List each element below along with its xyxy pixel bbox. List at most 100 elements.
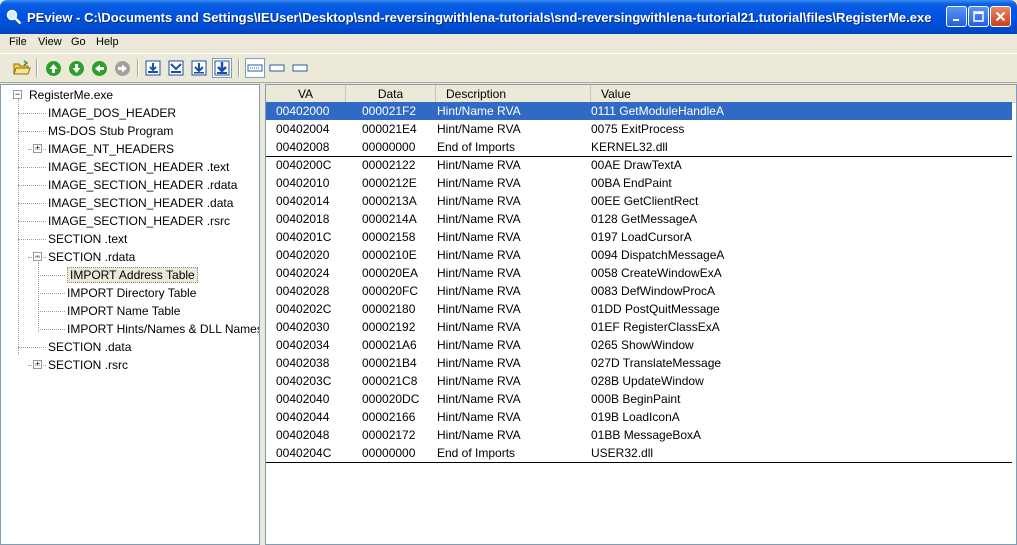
tree-node[interactable]: IMPORT Address Table <box>67 266 198 284</box>
cell-value: USER32.dll <box>591 446 654 460</box>
tree-node-label: IMAGE_SECTION_HEADER .rdata <box>48 178 238 192</box>
tree-node-label: IMPORT Hints/Names & DLL Names <box>67 322 260 336</box>
tree-node[interactable]: SECTION .text <box>48 230 127 248</box>
cell-description: Hint/Name RVA <box>437 230 521 244</box>
cell-data: 0000210E <box>362 248 417 262</box>
tree-connector <box>18 185 46 186</box>
table-row[interactable]: 0040203C 000021C8 Hint/Name RVA 028B Update… <box>266 372 1012 390</box>
column-header-data[interactable]: Data <box>346 85 436 103</box>
menu-go[interactable]: Go <box>71 36 86 48</box>
open-file-button[interactable] <box>12 58 32 78</box>
table-row[interactable]: 00402048 00002172 Hint/Name RVA 01BB Messag… <box>266 426 1012 444</box>
cell-va: 00402040 <box>276 392 330 406</box>
table-row[interactable]: 00402024 000020EA Hint/Name RVA 0058 Create… <box>266 264 1012 282</box>
table-row[interactable]: 0040201C 00002158 Hint/Name RVA 0197 LoadCu… <box>266 228 1012 246</box>
title-bar[interactable]: PEview - C:\Documents and Settings\IEUse… <box>0 0 1017 34</box>
tree-connector <box>28 149 46 150</box>
view-list-button[interactable] <box>245 58 265 78</box>
table-row[interactable]: 0040202C 00002180 Hint/Name RVA 01DD PostQu… <box>266 300 1012 318</box>
tree-node[interactable]: SECTION .rdata <box>48 248 135 266</box>
tree-node[interactable]: RegisterMe.exe <box>29 86 113 104</box>
tree-connector <box>18 131 46 132</box>
cell-value: 00EE GetClientRect <box>591 194 699 208</box>
table-row[interactable]: 00402040 000020DC Hint/Name RVA 000B BeginP… <box>266 390 1012 408</box>
tree-node[interactable]: IMPORT Directory Table <box>67 284 196 302</box>
table-row[interactable]: 00402020 0000210E Hint/Name RVA 0094 Dispat… <box>266 246 1012 264</box>
cell-va: 00402048 <box>276 428 330 442</box>
go-back-button[interactable] <box>89 58 109 78</box>
menu-file[interactable]: File <box>9 36 27 48</box>
table-row[interactable]: 00402008 00000000 End of Imports KERNEL32.d… <box>266 138 1012 156</box>
tree-node-label: IMAGE_SECTION_HEADER .text <box>48 160 230 174</box>
tree-node-label: IMPORT Directory Table <box>67 286 197 300</box>
table-row[interactable]: 0040200C 00002122 Hint/Name RVA 00AE DrawTe… <box>266 156 1012 174</box>
detail-list[interactable]: VA Data Description Value 00402000 000021… <box>265 84 1017 545</box>
go-forward-button[interactable] <box>112 58 132 78</box>
table-row[interactable]: 00402030 00002192 Hint/Name RVA 01EF Regist… <box>266 318 1012 336</box>
column-header-description[interactable]: Description <box>436 85 591 103</box>
tree-node[interactable]: IMAGE_SECTION_HEADER .rdata <box>48 176 237 194</box>
maximize-button[interactable] <box>968 6 989 27</box>
tree-node[interactable]: IMAGE_DOS_HEADER <box>48 104 176 122</box>
tree-node[interactable]: IMAGE_SECTION_HEADER .data <box>48 194 233 212</box>
minimize-button[interactable] <box>946 6 967 27</box>
tree-node[interactable]: IMPORT Name Table <box>67 302 180 320</box>
tree-node-label: IMAGE_SECTION_HEADER .data <box>48 196 234 210</box>
arrow-left-circle-icon <box>91 60 107 76</box>
tree-node[interactable]: MS-DOS Stub Program <box>48 122 173 140</box>
tree-node-label: IMAGE_DOS_HEADER <box>48 106 177 120</box>
table-row[interactable]: 0040204C 00000000 End of Imports USER32.dll <box>266 444 1012 462</box>
cell-va: 00402010 <box>276 176 330 190</box>
cell-data: 0000212E <box>362 176 417 190</box>
close-button[interactable] <box>990 6 1011 27</box>
toolbar <box>0 53 1017 83</box>
view-qword-button[interactable] <box>212 58 232 78</box>
cell-value: 0265 ShowWindow <box>591 338 694 352</box>
table-row[interactable]: 00402004 000021E4 Hint/Name RVA 0075 ExitPr… <box>266 120 1012 138</box>
tree-node[interactable]: SECTION .data <box>48 338 131 356</box>
cell-value: 0128 GetMessageA <box>591 212 698 226</box>
tree-node-label: IMAGE_SECTION_HEADER .rsrc <box>48 214 231 228</box>
view-text-button[interactable] <box>290 58 310 78</box>
go-down-button[interactable] <box>66 58 86 78</box>
view-hex-button[interactable] <box>267 58 287 78</box>
collapse-icon[interactable]: − <box>13 90 22 99</box>
cell-description: Hint/Name RVA <box>437 266 521 280</box>
tree-node[interactable]: IMAGE_NT_HEADERS <box>48 140 174 158</box>
view-word-button[interactable] <box>166 58 186 78</box>
tree-node-label: SECTION .rdata <box>48 250 136 264</box>
tree-node[interactable]: IMAGE_SECTION_HEADER .rsrc <box>48 212 230 230</box>
envelope-tray-icon <box>168 60 184 76</box>
tree-connector <box>28 257 46 258</box>
cell-description: Hint/Name RVA <box>437 122 521 136</box>
table-row[interactable]: 00402000 000021F2 Hint/Name RVA 0111 GetMod… <box>266 102 1012 120</box>
view-byte-button[interactable] <box>143 58 163 78</box>
tree-node[interactable]: IMAGE_SECTION_HEADER .text <box>48 158 229 176</box>
cell-va: 0040203C <box>276 374 332 388</box>
view-dword-button[interactable] <box>189 58 209 78</box>
table-row[interactable]: 00402010 0000212E Hint/Name RVA 00BA EndPai… <box>266 174 1012 192</box>
table-row[interactable]: 00402018 0000214A Hint/Name RVA 0128 GetMes… <box>266 210 1012 228</box>
tree-connector <box>18 347 46 348</box>
go-up-button[interactable] <box>43 58 63 78</box>
table-row[interactable]: 00402028 000020FC Hint/Name RVA 0083 DefWin… <box>266 282 1012 300</box>
tree-node[interactable]: SECTION .rsrc <box>48 356 128 374</box>
table-row[interactable]: 00402038 000021B4 Hint/Name RVA 027D Transl… <box>266 354 1012 372</box>
column-header-value[interactable]: Value <box>591 85 1016 103</box>
table-row[interactable]: 00402044 00002166 Hint/Name RVA 019B LoadIc… <box>266 408 1012 426</box>
table-row[interactable]: 00402014 0000213A Hint/Name RVA 00EE GetCli… <box>266 192 1012 210</box>
tree-node[interactable]: IMPORT Hints/Names & DLL Names <box>67 320 260 338</box>
tree-node-label: RegisterMe.exe <box>29 88 114 102</box>
column-header-va[interactable]: VA <box>266 85 346 103</box>
table-row[interactable]: 00402034 000021A6 Hint/Name RVA 0265 ShowWi… <box>266 336 1012 354</box>
hex-view-icon <box>269 64 285 72</box>
tree-view[interactable]: RegisterMe.exe − IMAGE_DOS_HEADER MS-DOS St… <box>0 84 260 545</box>
download-pressed-icon <box>214 60 230 76</box>
cell-data: 00002192 <box>362 320 416 334</box>
cell-data: 00002172 <box>362 428 416 442</box>
cell-description: Hint/Name RVA <box>437 428 521 442</box>
cell-data: 000021C8 <box>362 374 418 388</box>
menu-help[interactable]: Help <box>96 36 119 48</box>
menu-view[interactable]: View <box>38 36 62 48</box>
group-separator <box>266 462 1012 463</box>
